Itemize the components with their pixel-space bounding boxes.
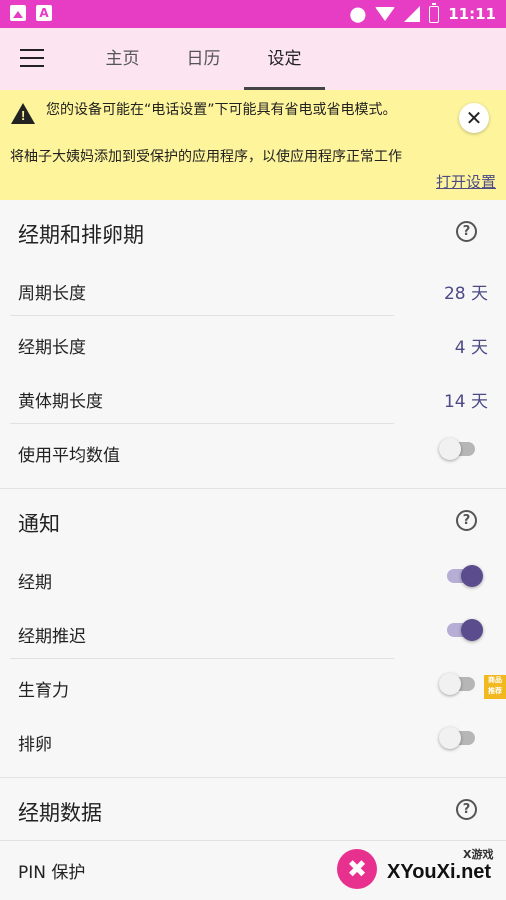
location-icon: ⬤ (349, 5, 367, 23)
banner-message: 您的设备可能在“电话设置”下可能具有省电或省电模式。 (46, 102, 397, 118)
setting-value[interactable]: 28 天 (444, 279, 488, 304)
setting-period-notify[interactable]: 经期 (0, 551, 506, 605)
help-icon[interactable]: ? (456, 799, 477, 820)
wifi-icon (375, 7, 396, 21)
battery-icon (429, 2, 440, 23)
side-promo-tag[interactable]: 商品 推荐 (484, 675, 506, 699)
close-icon[interactable]: ✕ (459, 103, 489, 133)
setting-use-average[interactable]: 使用平均数值 (0, 424, 506, 478)
setting-label: 周期长度 (18, 284, 86, 304)
setting-fertility-notify[interactable]: 生育力 (0, 659, 506, 713)
app-bar: 主页 日历 设定 (0, 28, 506, 90)
tab-home[interactable]: 主页 (82, 28, 163, 90)
signal-icon (404, 6, 421, 22)
settings-list: 经期和排卵期 ? 周期长度 28 天 经期长度 4 天 黄体期长度 14 天 使… (0, 200, 506, 895)
toggle-switch[interactable] (439, 673, 475, 695)
status-time: 11:11 (448, 5, 496, 23)
tab-bar: 主页 日历 设定 (82, 28, 325, 90)
toggle-switch[interactable] (439, 438, 475, 460)
section-title: 经期数据 (18, 801, 102, 825)
setting-label: 经期长度 (18, 338, 86, 358)
image-icon (10, 5, 26, 21)
setting-ovulation-notify[interactable]: 排卵 (0, 713, 506, 767)
section-title: 经期和排卵期 (18, 223, 144, 247)
watermark-text: XYouXi.net (387, 861, 492, 883)
setting-label: 生育力 (18, 681, 69, 701)
menu-icon[interactable] (20, 49, 44, 69)
open-settings-link[interactable]: 打开设置 (436, 171, 496, 192)
warning-banner: 您的设备可能在“电话设置”下可能具有省电或省电模式。 将柚子大姨妈添加到受保护的… (0, 90, 506, 200)
setting-label: 经期推迟 (18, 627, 86, 647)
setting-label: PIN 保护 (18, 863, 86, 883)
tab-settings[interactable]: 设定 (244, 28, 325, 90)
setting-label: 使用平均数值 (18, 446, 120, 466)
setting-label: 经期 (18, 573, 52, 593)
watermark: ✖ X游戏 XYouXi.net (335, 843, 506, 900)
help-icon[interactable]: ? (456, 510, 477, 531)
status-bar: A ⬤ 11:11 (0, 0, 506, 28)
setting-label: 排卵 (18, 735, 52, 755)
setting-label: 黄体期长度 (18, 392, 103, 412)
setting-value[interactable]: 14 天 (444, 387, 488, 412)
toggle-switch[interactable] (447, 619, 483, 641)
help-icon[interactable]: ? (456, 221, 477, 242)
a-icon: A (36, 5, 52, 21)
tab-calendar[interactable]: 日历 (163, 28, 244, 90)
setting-period-late-notify[interactable]: 经期推迟 (0, 605, 506, 659)
setting-period-length[interactable]: 经期长度 4 天 (0, 316, 506, 370)
toggle-switch[interactable] (439, 727, 475, 749)
toggle-switch[interactable] (447, 565, 483, 587)
setting-value[interactable]: 4 天 (455, 333, 488, 358)
section-period: 经期和排卵期 ? 周期长度 28 天 经期长度 4 天 黄体期长度 14 天 使… (0, 200, 506, 489)
watermark-small-text: X游戏 (463, 848, 494, 861)
warning-icon (11, 103, 35, 124)
section-notifications: 通知 ? 经期 经期推迟 生育力 排卵 (0, 489, 506, 778)
banner-instruction: 将柚子大姨妈添加到受保护的应用程序，以使应用程序正常工作 (10, 149, 402, 165)
watermark-logo-icon: ✖ (337, 849, 377, 889)
setting-cycle-length[interactable]: 周期长度 28 天 (0, 262, 506, 316)
section-title: 通知 (18, 512, 60, 536)
setting-luteal-length[interactable]: 黄体期长度 14 天 (0, 370, 506, 424)
